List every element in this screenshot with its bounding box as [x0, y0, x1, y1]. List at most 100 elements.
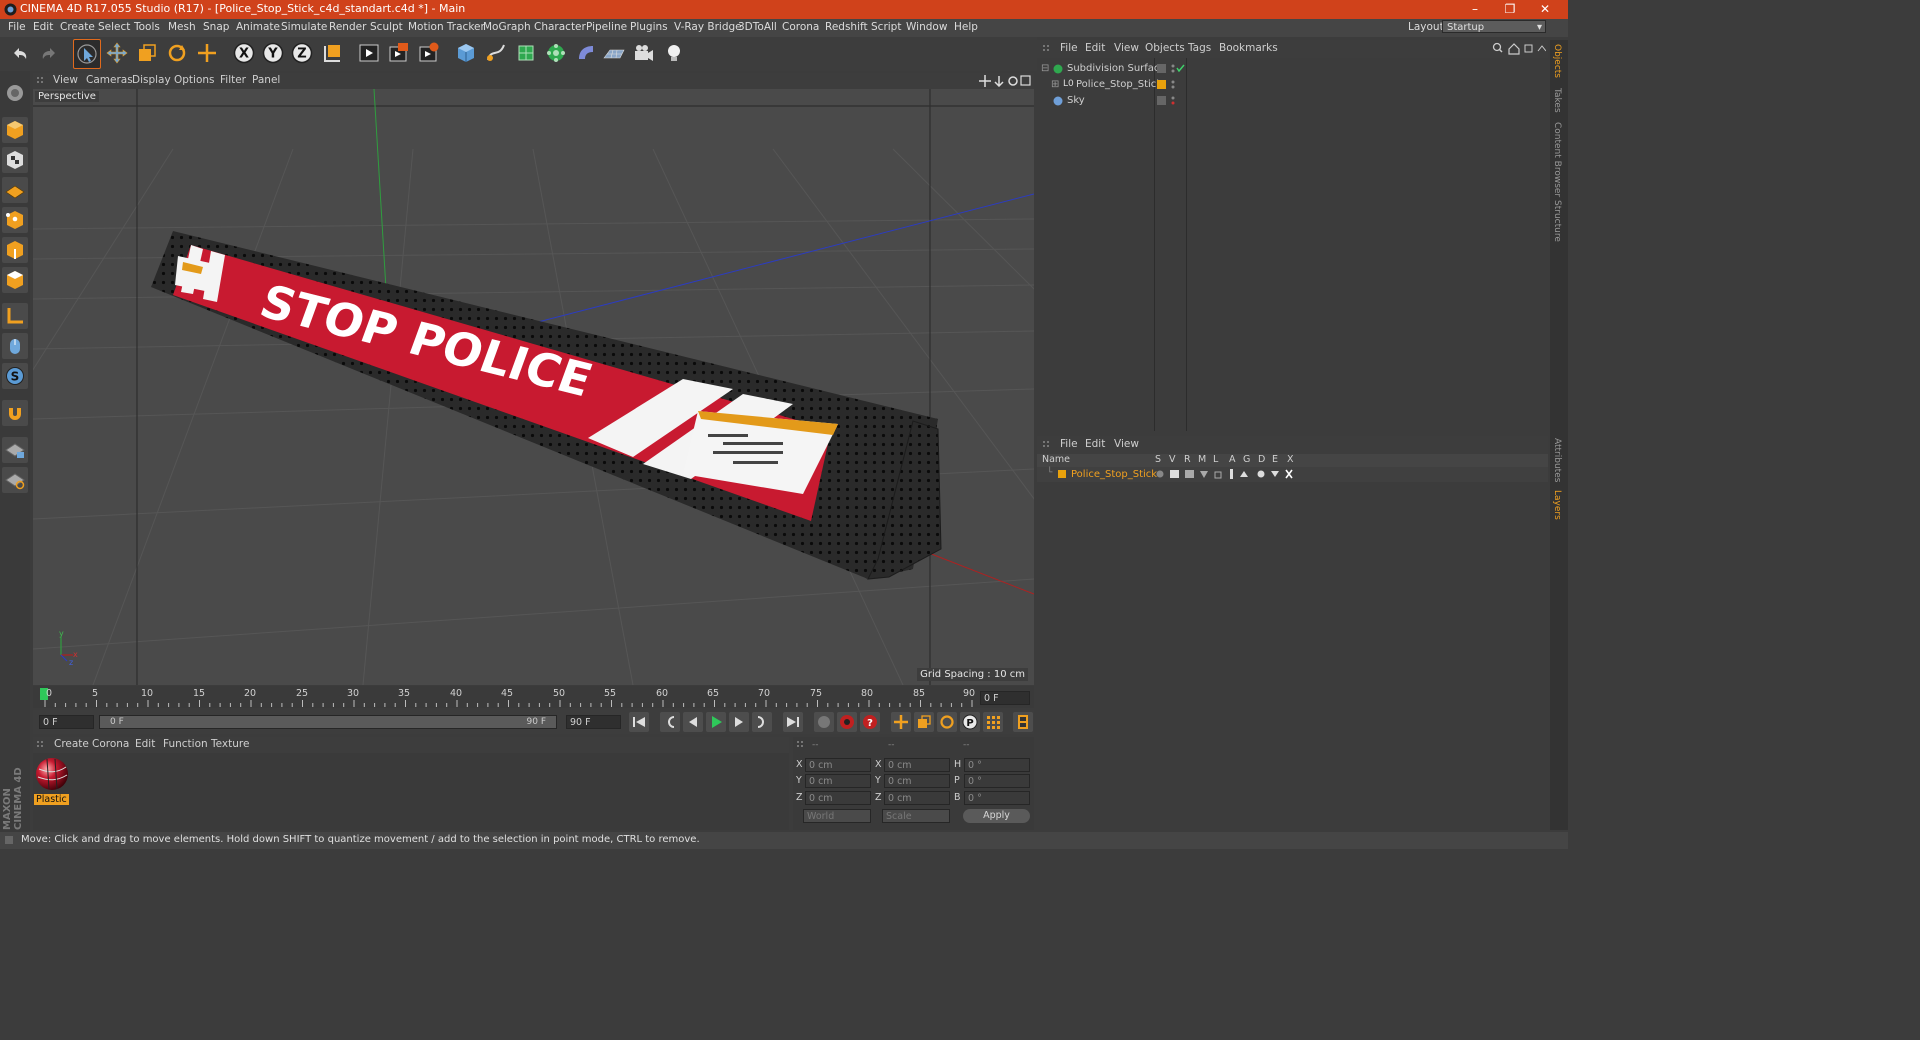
- close-button[interactable]: ✕: [1522, 0, 1568, 19]
- size-y-field[interactable]: 0 cm: [884, 774, 950, 788]
- size-mode-select[interactable]: Scale: [882, 809, 950, 823]
- size-z-field[interactable]: 0 cm: [884, 791, 950, 805]
- render-view-button[interactable]: [356, 39, 382, 67]
- menu-script[interactable]: Script: [871, 21, 901, 33]
- menu-window[interactable]: Window: [906, 21, 947, 33]
- object-menu-edit[interactable]: Edit: [1085, 42, 1105, 54]
- layer-menu-view[interactable]: View: [1114, 438, 1139, 450]
- object-menu-tags[interactable]: Tags: [1188, 42, 1211, 54]
- rotation-b-field[interactable]: 0 °: [964, 791, 1030, 805]
- expand-icon[interactable]: ⊞: [1051, 77, 1059, 92]
- points-mode-button[interactable]: [2, 207, 28, 233]
- object-row-police-stop-stick[interactable]: ⊞ L0 Police_Stop_Stick: [1037, 77, 1548, 92]
- solo-button[interactable]: S: [2, 363, 28, 389]
- menu-pipeline[interactable]: Pipeline: [586, 21, 627, 33]
- autokeying-button[interactable]: [837, 712, 857, 732]
- material-menu-function[interactable]: Function: [163, 738, 208, 750]
- rotation-p-field[interactable]: 0 °: [964, 774, 1030, 788]
- workplane-button[interactable]: [2, 177, 28, 203]
- scale-button[interactable]: [134, 39, 160, 67]
- key-position-button[interactable]: [891, 712, 911, 732]
- tab-takes[interactable]: Takes: [1552, 88, 1562, 113]
- visibility-dots-icon[interactable]: [1157, 63, 1187, 74]
- layer-column-l[interactable]: L: [1213, 454, 1218, 465]
- record-keys-button[interactable]: [814, 712, 834, 732]
- menu-motion-tracker[interactable]: Motion Tracker: [408, 21, 485, 33]
- material-menu-texture[interactable]: Texture: [211, 738, 249, 750]
- menu-sculpt[interactable]: Sculpt: [370, 21, 403, 33]
- collapse-icon[interactable]: ⊟: [1041, 61, 1049, 76]
- object-row-sky[interactable]: Sky: [1037, 93, 1548, 108]
- mograph-cloner-button[interactable]: [543, 39, 569, 67]
- rotation-h-field[interactable]: 0 °: [964, 758, 1030, 772]
- object-menu-file[interactable]: File: [1060, 42, 1078, 54]
- rotate-button[interactable]: [164, 39, 190, 67]
- viewport-menu-panel[interactable]: Panel: [252, 74, 280, 86]
- viewport-menu-display[interactable]: Display: [132, 74, 171, 86]
- menu-file[interactable]: File: [8, 21, 26, 33]
- tweak-mode-button[interactable]: [2, 333, 28, 359]
- menu-select[interactable]: Select: [98, 21, 130, 33]
- layer-menu-edit[interactable]: Edit: [1085, 438, 1105, 450]
- menu-mograph[interactable]: MoGraph: [483, 21, 531, 33]
- edges-mode-button[interactable]: [2, 237, 28, 263]
- layer-name[interactable]: Police_Stop_Stick: [1071, 467, 1157, 482]
- menu-edit[interactable]: Edit: [33, 21, 53, 33]
- menu-3dtoall[interactable]: 3DToAll: [738, 21, 777, 33]
- render-to-picture-viewer-button[interactable]: [386, 39, 412, 67]
- texture-mode-button[interactable]: [2, 147, 28, 173]
- start-frame-field[interactable]: 0 F: [39, 715, 94, 729]
- object-menu-objects[interactable]: Objects: [1145, 42, 1185, 54]
- object-row-subdivision-surface[interactable]: ⊟ Subdivision Surface: [1037, 61, 1548, 76]
- snapping-button[interactable]: [2, 400, 28, 426]
- frame-range-slider[interactable]: 0 F 90 F: [99, 715, 557, 729]
- police-stop-stick-model[interactable]: STOP POLICE: [151, 231, 942, 580]
- next-frame-button[interactable]: [729, 712, 749, 732]
- tab-structure[interactable]: Structure: [1552, 200, 1562, 242]
- material-plastic[interactable]: Plastic: [34, 756, 70, 805]
- viewport-menu-cameras[interactable]: Cameras: [86, 74, 133, 86]
- layer-column-r[interactable]: R: [1184, 454, 1191, 465]
- model-mode-button[interactable]: [2, 117, 28, 143]
- tab-layers[interactable]: Layers: [1552, 490, 1562, 520]
- cube-button[interactable]: [453, 39, 479, 67]
- tab-objects[interactable]: Objects: [1552, 44, 1562, 78]
- layer-color-tag[interactable]: [1157, 79, 1187, 90]
- key-pla-button[interactable]: [983, 712, 1003, 732]
- layer-column-m[interactable]: M: [1198, 454, 1206, 465]
- layer-column-a[interactable]: A: [1229, 454, 1236, 465]
- menu-create[interactable]: Create: [60, 21, 95, 33]
- deformer-button[interactable]: [573, 39, 599, 67]
- layer-column-name[interactable]: Name: [1042, 454, 1070, 465]
- key-parameter-button[interactable]: P: [960, 712, 980, 732]
- menu-render[interactable]: Render: [329, 21, 366, 33]
- apply-button[interactable]: Apply: [963, 809, 1030, 823]
- layer-row[interactable]: └ Police_Stop_Stick: [1037, 467, 1548, 482]
- material-menu-corona[interactable]: Corona: [92, 738, 129, 750]
- key-rotation-button[interactable]: [937, 712, 957, 732]
- menu-simulate[interactable]: Simulate: [281, 21, 327, 33]
- object-menu-view[interactable]: View: [1114, 42, 1139, 54]
- viewport-menu-options[interactable]: Options: [174, 74, 215, 86]
- tab-attributes[interactable]: Attributes: [1552, 438, 1562, 482]
- transform-button[interactable]: [194, 39, 220, 67]
- position-x-field[interactable]: 0 cm: [805, 758, 871, 772]
- menu-snap[interactable]: Snap: [203, 21, 229, 33]
- subdivision-button[interactable]: [513, 39, 539, 67]
- object-manager-tools[interactable]: [1492, 42, 1546, 55]
- viewport-menu-view[interactable]: View: [53, 74, 78, 86]
- end-frame-field[interactable]: 90 F: [566, 715, 621, 729]
- undo-button[interactable]: [7, 39, 33, 67]
- layer-column-v[interactable]: V: [1169, 454, 1176, 465]
- keyframe-selection-button[interactable]: ?: [860, 712, 880, 732]
- previous-frame-button[interactable]: [683, 712, 703, 732]
- layer-toggle-icons[interactable]: [1156, 469, 1296, 480]
- viewport-camera-label[interactable]: Perspective: [35, 91, 99, 102]
- previous-key-button[interactable]: [660, 712, 680, 732]
- position-y-field[interactable]: 0 cm: [805, 774, 871, 788]
- menu-animate[interactable]: Animate: [236, 21, 280, 33]
- menu-character[interactable]: Character: [534, 21, 586, 33]
- layer-column-x[interactable]: X: [1287, 454, 1294, 465]
- coordinate-mode-select[interactable]: World: [803, 809, 871, 823]
- live-selection-button[interactable]: [73, 39, 101, 69]
